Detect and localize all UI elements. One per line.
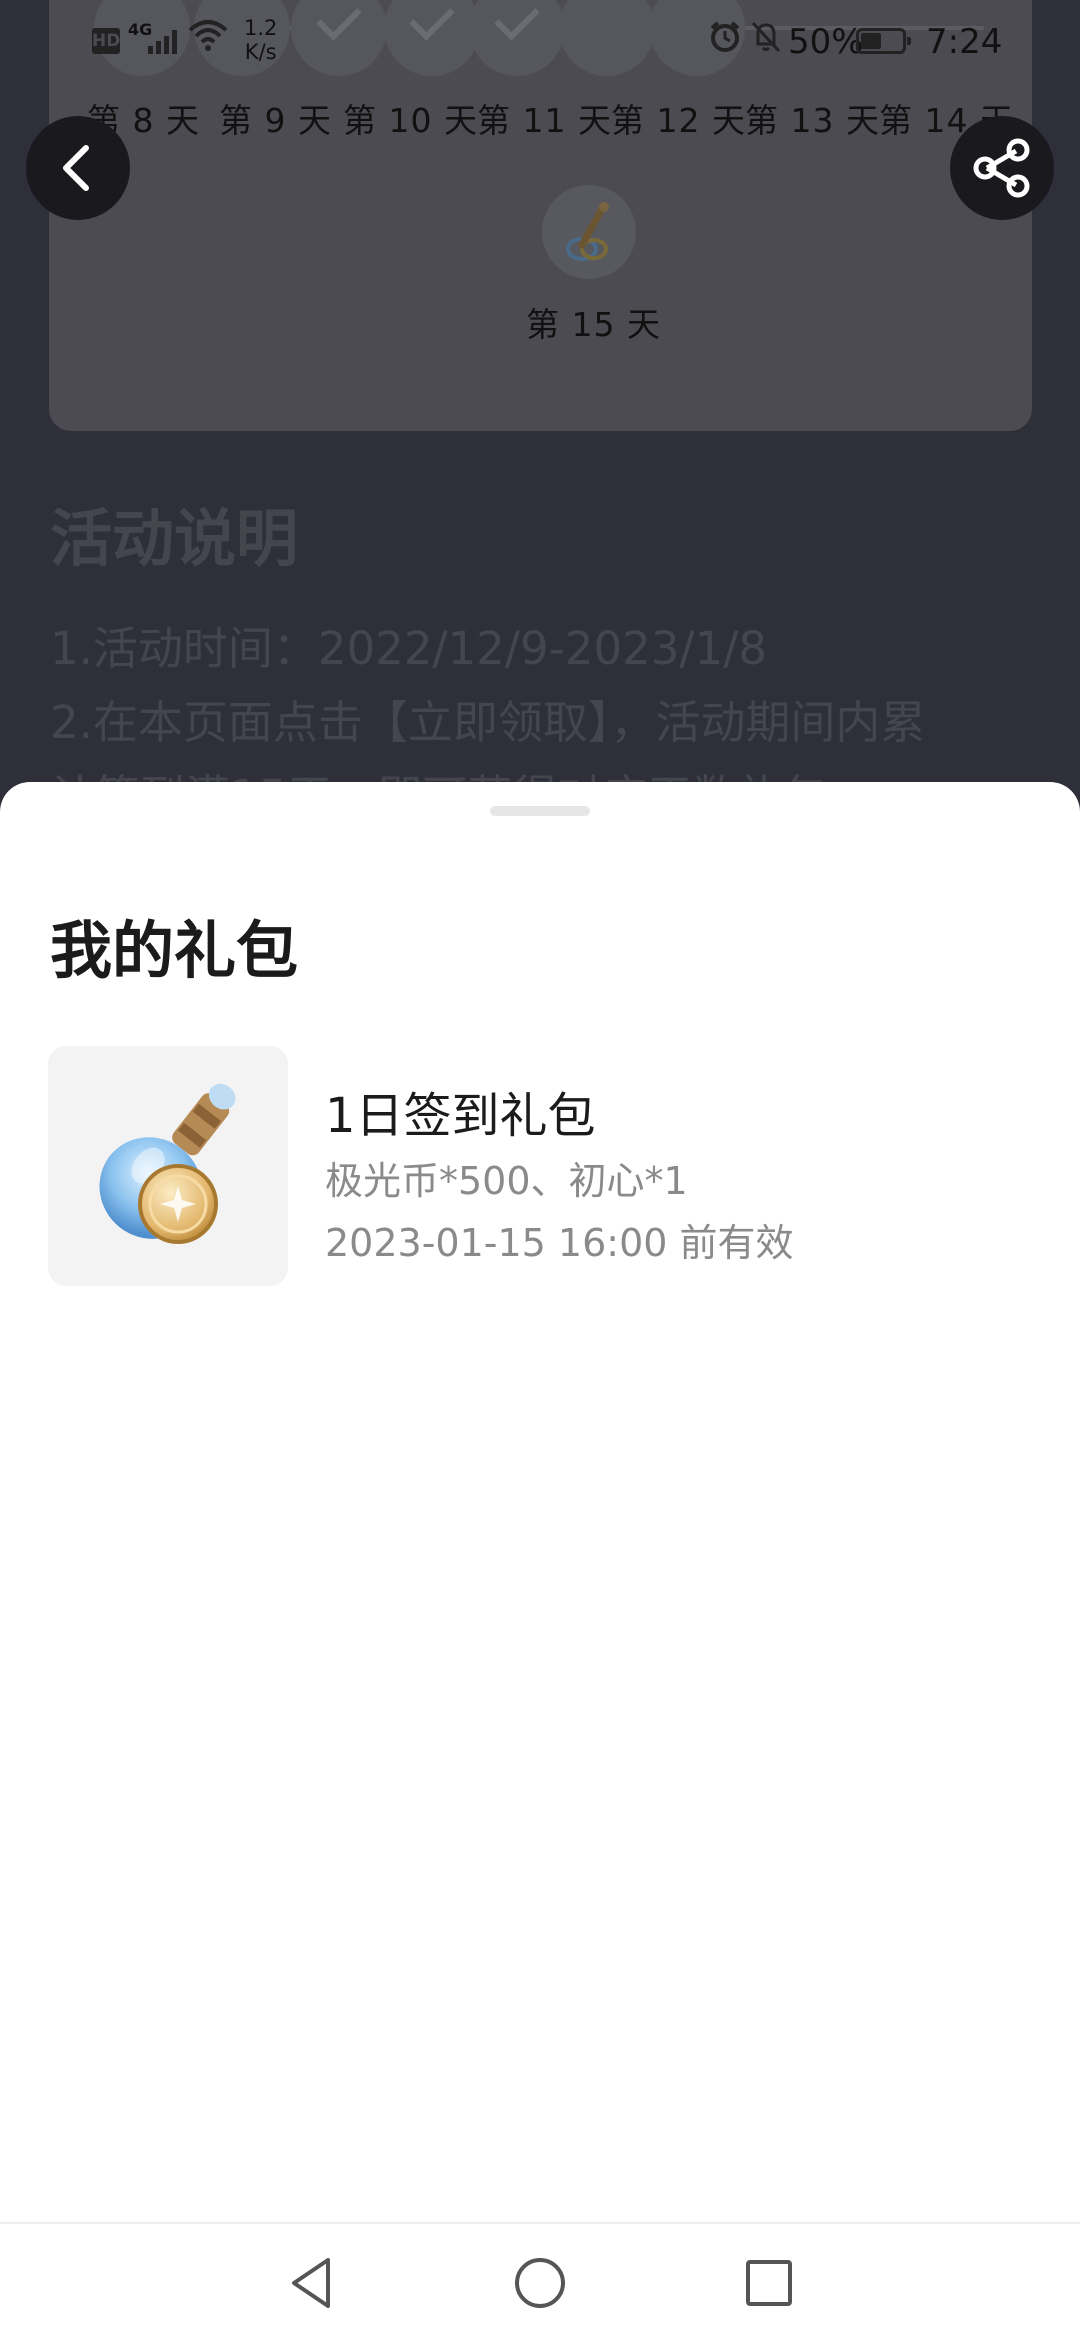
network-type: 4G	[128, 20, 153, 39]
day-label: 第 12 天	[611, 101, 746, 140]
wifi-icon	[188, 18, 228, 61]
potion-bottle-coin-icon	[99, 1083, 236, 1244]
day-label: 第 11 天	[477, 101, 612, 140]
sheet-title: 我的礼包	[50, 914, 299, 987]
system-navigation-bar	[0, 2222, 1080, 2340]
gift-thumbnail	[48, 1046, 288, 1286]
reward-item-icon	[566, 202, 609, 261]
clock: 7:24	[926, 22, 1003, 62]
back-button[interactable]	[26, 116, 130, 220]
hd-badge: HD	[92, 28, 120, 54]
activity-description-title: 活动说明	[50, 502, 299, 575]
mute-bell-icon	[750, 20, 782, 62]
day-15-label: 第 15 天	[526, 305, 661, 344]
description-line: 2.在本页面点击【立即领取】，活动期间内累	[50, 696, 926, 749]
screen: 第 8 天 第 9 天 第 10 天 第 11 天 第 12 天 第 13 天 …	[0, 0, 1080, 2340]
battery-icon	[856, 28, 911, 54]
sheet-drag-handle[interactable]	[490, 806, 590, 816]
share-icon	[973, 138, 1030, 198]
day-label: 第 10 天	[343, 101, 478, 140]
square-recents-icon[interactable]	[734, 2248, 804, 2318]
network-speed: 1.2 K/s	[244, 16, 278, 64]
circle-home-icon[interactable]	[505, 2248, 575, 2318]
status-bar: HD 4G 1.2 K/s 50% 7:24	[0, 0, 1080, 84]
alarm-icon	[708, 20, 742, 63]
gift-list-item[interactable]: 1日签到礼包 极光币*500、初心*1 2023-01-15 16:00 前有效	[48, 1046, 1032, 1286]
day-label: 第 9 天	[219, 101, 332, 140]
share-button[interactable]	[950, 116, 1054, 220]
description-line: 1.活动时间：2022/12/9-2023/1/8	[50, 622, 768, 675]
gift-name: 1日签到礼包	[325, 1088, 596, 1144]
triangle-back-icon[interactable]	[276, 2248, 346, 2318]
day-label: 第 13 天	[745, 101, 880, 140]
day-15-reward-badge	[542, 185, 636, 279]
gift-contents: 极光币*500、初心*1	[325, 1159, 688, 1203]
gift-expiry: 2023-01-15 16:00 前有效	[325, 1221, 794, 1265]
battery-level-fill	[861, 33, 881, 49]
chevron-left-icon	[63, 145, 89, 191]
my-gifts-sheet: 我的礼包 1日签到礼包 极光币*500、初心*1 2023-01-15 16:0…	[0, 782, 1080, 2222]
battery-percent: 50%	[788, 22, 864, 62]
